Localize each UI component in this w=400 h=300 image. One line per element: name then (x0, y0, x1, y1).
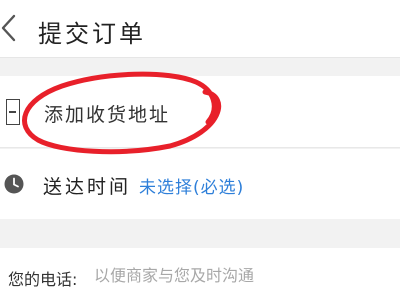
delivery-time-select[interactable]: 未选择(必选) (139, 173, 244, 198)
add-address-button[interactable]: 添加收货地址 (0, 76, 400, 148)
chevron-left-icon (1, 14, 16, 42)
phone-row: 您的电话: (0, 248, 400, 300)
delivery-time-label: 送达时间 (43, 176, 132, 198)
header-bar: 提交订单 (0, 0, 400, 58)
delivery-time-row[interactable]: 送达时间 未选择(必选) (0, 149, 400, 219)
submit-order-screen: 提交订单 添加收货地址 送达时间 未选择(必选) 您的电话: (0, 0, 400, 300)
phone-input[interactable] (94, 262, 384, 288)
phone-label: 您的电话: (8, 270, 78, 289)
add-address-label: 添加收货地址 (44, 104, 171, 126)
page-title: 提交订单 (38, 20, 146, 48)
back-button[interactable] (0, 10, 22, 46)
address-card-icon (6, 99, 20, 125)
clock-icon (4, 174, 24, 194)
